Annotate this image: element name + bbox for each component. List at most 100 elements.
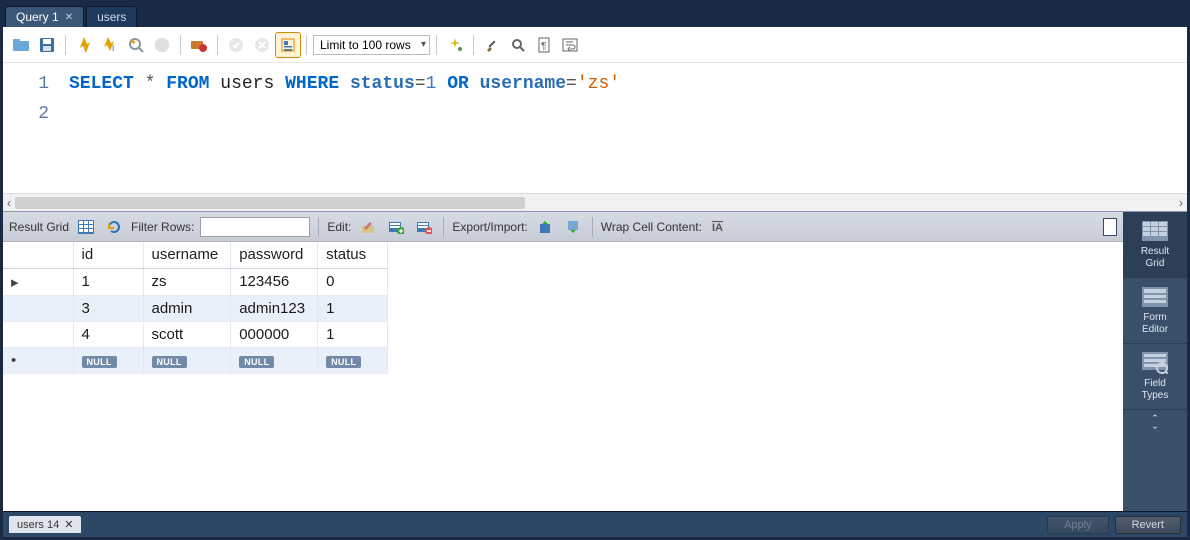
- nav-down-icon[interactable]: ˇ: [1153, 426, 1157, 438]
- wrap-label: Wrap Cell Content:: [601, 220, 702, 234]
- filter-rows-label: Filter Rows:: [131, 220, 194, 234]
- sql-code-area[interactable]: 1 2 SELECT * FROM users WHERE status=1 O…: [3, 63, 1187, 193]
- cell[interactable]: 000000: [231, 321, 318, 347]
- scroll-track[interactable]: [15, 196, 1175, 210]
- add-row-icon[interactable]: [385, 216, 407, 238]
- editor-hscrollbar[interactable]: ‹ ›: [3, 193, 1187, 211]
- null-badge: NULL: [239, 356, 274, 368]
- mini-tab-label: users 14: [17, 519, 59, 531]
- separator: [592, 217, 593, 237]
- svg-text:IA: IA: [712, 222, 723, 234]
- word-wrap-icon[interactable]: [558, 33, 582, 57]
- null-badge: NULL: [152, 356, 187, 368]
- open-file-icon[interactable]: [9, 33, 33, 57]
- cell-null[interactable]: NULL: [231, 347, 318, 373]
- tab-label: Query 1: [16, 10, 59, 24]
- cell[interactable]: admin: [143, 295, 231, 321]
- cell[interactable]: 3: [73, 295, 143, 321]
- separator: [436, 35, 437, 55]
- cell[interactable]: zs: [143, 268, 231, 295]
- show-whitespace-icon[interactable]: ¶: [532, 33, 556, 57]
- edit-label: Edit:: [327, 220, 351, 234]
- toggle-limit-icon[interactable]: [276, 33, 300, 57]
- table-row[interactable]: ▸ 1 zs 123456 0: [3, 268, 388, 295]
- brush-icon[interactable]: [480, 33, 504, 57]
- panel-toggle-icon[interactable]: [1103, 218, 1117, 236]
- svg-text:I: I: [112, 44, 114, 53]
- apply-button[interactable]: Apply: [1047, 516, 1109, 534]
- cell-null[interactable]: NULL: [143, 347, 231, 373]
- sql-text[interactable]: SELECT * FROM users WHERE status=1 OR us…: [63, 63, 626, 193]
- result-grid[interactable]: id username password status ▸ 1 zs 12345…: [3, 242, 1123, 374]
- table-row-new[interactable]: • NULL NULL NULL NULL: [3, 347, 388, 373]
- token-table: users: [220, 74, 274, 94]
- row-handle-header: [3, 242, 73, 268]
- token-eq: =: [415, 74, 426, 94]
- footer-bar: users 14 ✕ Apply Revert: [3, 511, 1187, 537]
- import-icon[interactable]: [562, 216, 584, 238]
- revert-button[interactable]: Revert: [1115, 516, 1181, 534]
- refresh-icon[interactable]: [103, 216, 125, 238]
- tab-query1[interactable]: Query 1 ✕: [5, 6, 84, 27]
- col-id[interactable]: id: [73, 242, 143, 268]
- col-password[interactable]: password: [231, 242, 318, 268]
- cell[interactable]: 123456: [231, 268, 318, 295]
- row-marker: ▸: [3, 268, 73, 295]
- rollback-icon[interactable]: [250, 33, 274, 57]
- save-icon[interactable]: [35, 33, 59, 57]
- grid-view-icon[interactable]: [75, 216, 97, 238]
- scroll-right-icon[interactable]: ›: [1179, 196, 1183, 210]
- cell-null[interactable]: NULL: [318, 347, 388, 373]
- cell[interactable]: 1: [318, 321, 388, 347]
- separator: [65, 35, 66, 55]
- find-icon[interactable]: [506, 33, 530, 57]
- result-table: id username password status ▸ 1 zs 12345…: [3, 242, 388, 374]
- line-number: 2: [9, 99, 49, 129]
- svg-text:¶: ¶: [541, 41, 546, 52]
- col-status[interactable]: status: [318, 242, 388, 268]
- table-row[interactable]: 4 scott 000000 1: [3, 321, 388, 347]
- query-tabs: Query 1 ✕ users: [3, 3, 1187, 27]
- col-username[interactable]: username: [143, 242, 231, 268]
- cell[interactable]: 4: [73, 321, 143, 347]
- side-result-grid[interactable]: Result Grid: [1123, 212, 1187, 278]
- scroll-thumb[interactable]: [15, 197, 525, 209]
- wrap-cell-icon[interactable]: IA: [708, 216, 730, 238]
- close-icon[interactable]: ✕: [65, 12, 73, 23]
- close-icon[interactable]: ✕: [64, 518, 73, 531]
- execute-current-icon[interactable]: I: [98, 33, 122, 57]
- scroll-left-icon[interactable]: ‹: [7, 196, 11, 210]
- toggle-autocommit-icon[interactable]: [187, 33, 211, 57]
- side-label: Result Grid: [1141, 246, 1169, 269]
- filter-rows-input[interactable]: [200, 217, 310, 237]
- stop-icon[interactable]: [150, 33, 174, 57]
- side-label: Field Types: [1142, 378, 1169, 401]
- kw-select: SELECT: [69, 74, 134, 94]
- export-import-label: Export/Import:: [452, 220, 527, 234]
- cell-null[interactable]: NULL: [73, 347, 143, 373]
- cell[interactable]: 1: [73, 268, 143, 295]
- row-limit-select[interactable]: Limit to 100 rows: [313, 35, 430, 55]
- cell[interactable]: admin123: [231, 295, 318, 321]
- separator: [180, 35, 181, 55]
- side-form-editor[interactable]: Form Editor: [1123, 278, 1187, 344]
- side-field-types[interactable]: Field Types: [1123, 344, 1187, 410]
- delete-row-icon[interactable]: [413, 216, 435, 238]
- execute-icon[interactable]: [72, 33, 96, 57]
- cell[interactable]: 1: [318, 295, 388, 321]
- kw-from: FROM: [166, 74, 209, 94]
- commit-icon[interactable]: [224, 33, 248, 57]
- export-icon[interactable]: [534, 216, 556, 238]
- beautify-icon[interactable]: [443, 33, 467, 57]
- row-marker: [3, 321, 73, 347]
- tab-users[interactable]: users: [86, 6, 137, 27]
- cell[interactable]: scott: [143, 321, 231, 347]
- edit-row-icon[interactable]: [357, 216, 379, 238]
- explain-icon[interactable]: [124, 33, 148, 57]
- token-string: 'zs': [577, 74, 620, 94]
- result-tab-mini[interactable]: users 14 ✕: [9, 516, 81, 533]
- form-icon: [1141, 286, 1169, 308]
- row-limit-dropdown[interactable]: Limit to 100 rows: [313, 35, 430, 55]
- cell[interactable]: 0: [318, 268, 388, 295]
- table-row[interactable]: 3 admin admin123 1: [3, 295, 388, 321]
